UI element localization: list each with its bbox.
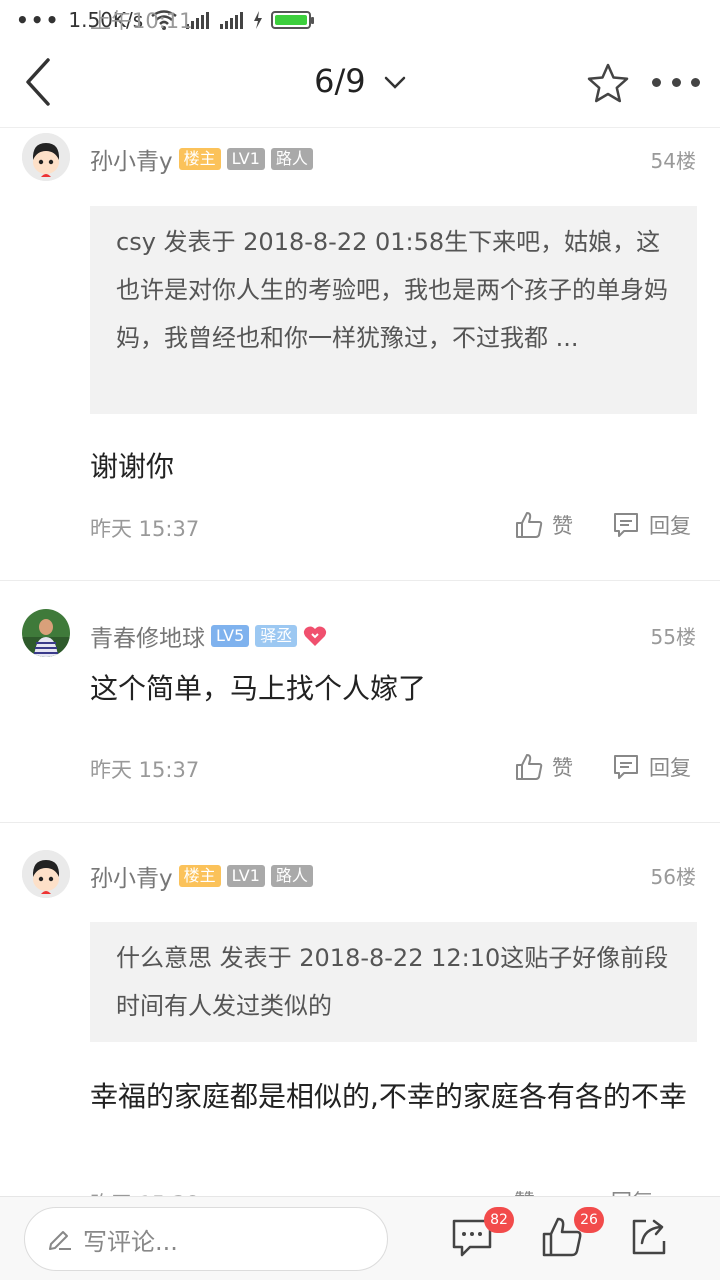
user-avatar-icon (22, 133, 70, 181)
reply-label: 回复 (649, 514, 691, 538)
reply-button[interactable]: 回复 (611, 752, 691, 782)
floor-number: 56楼 (650, 865, 696, 889)
comment-icon (614, 513, 638, 537)
floor-number: 55楼 (650, 625, 696, 649)
page-indicator-label: 6/9 (314, 62, 366, 100)
host-badge: 楼主 (178, 865, 221, 887)
user-info: 孙小青y 楼主 LV1 路人 (90, 859, 313, 893)
grade-badge: 路人 (270, 865, 313, 887)
divider (0, 580, 720, 581)
avatar[interactable] (22, 133, 70, 181)
thumbs-up-icon (516, 754, 543, 780)
heart-icon (304, 626, 327, 646)
divider (0, 822, 720, 823)
signal-icon (220, 12, 244, 29)
top-nav: 6/9 (0, 40, 720, 128)
username[interactable]: 孙小青y (90, 142, 173, 176)
reply-button[interactable]: 回复 (611, 510, 691, 540)
like-button[interactable]: 赞 (514, 752, 573, 782)
chevron-down-icon (384, 76, 406, 89)
post-content: 谢谢你 (90, 450, 175, 483)
grade-badge: 路人 (270, 148, 313, 170)
quoted-post[interactable]: csy 发表于 2018-8-22 01:58生下来吧，姑娘，这也许是对你人生的… (90, 206, 697, 414)
user-info: 青春修地球 LV5 驿丞 (90, 619, 327, 653)
post-time: 昨天 15:37 (90, 517, 200, 541)
post-content: 这个简单，马上找个人嫁了 (90, 672, 427, 705)
reply-label: 回复 (649, 756, 691, 780)
level-badge: LV1 (226, 865, 265, 887)
bottom-bar: 写评论... 82 26 (0, 1196, 720, 1280)
comments-button[interactable]: 82 (450, 1207, 514, 1259)
share-button[interactable] (628, 1215, 672, 1259)
grade-badge: 驿丞 (255, 625, 298, 647)
username[interactable]: 青春修地球 (90, 619, 205, 653)
comment-icon (614, 755, 638, 779)
battery-icon (271, 11, 315, 29)
comment-placeholder: 写评论... (83, 1227, 178, 1256)
avatar[interactable] (22, 609, 70, 657)
comment-count-badge: 82 (484, 1207, 514, 1233)
notification-dots-icon: ••• (16, 8, 61, 32)
more-options-button[interactable] (652, 70, 700, 94)
like-label: 赞 (552, 756, 573, 780)
user-avatar-icon (22, 609, 70, 657)
favorite-star-icon[interactable] (586, 62, 630, 106)
status-bar: 上午10:11 ••• 1.50K/s (0, 0, 720, 40)
comment-input[interactable]: 写评论... (24, 1207, 388, 1271)
floor-number: 54楼 (650, 149, 696, 173)
level-badge: LV5 (211, 625, 250, 647)
like-post-button[interactable]: 26 (540, 1207, 604, 1259)
host-badge: 楼主 (178, 148, 221, 170)
like-button[interactable]: 赞 (514, 510, 573, 540)
level-badge: LV1 (226, 148, 265, 170)
like-label: 赞 (552, 514, 573, 538)
share-icon (632, 1219, 666, 1255)
username[interactable]: 孙小青y (90, 859, 173, 893)
pencil-icon (49, 1231, 71, 1250)
user-avatar-icon (22, 850, 70, 898)
charging-icon (254, 11, 263, 29)
post-content: 幸福的家庭都是相似的,不幸的家庭各有各的不幸 (90, 1080, 687, 1113)
avatar[interactable] (22, 850, 70, 898)
like-count-badge: 26 (574, 1207, 604, 1233)
user-info: 孙小青y 楼主 LV1 路人 (90, 142, 313, 176)
thumbs-up-icon (516, 512, 543, 538)
status-time: 上午10:11 (90, 9, 193, 33)
quoted-post[interactable]: 什么意思 发表于 2018-8-22 12:10这贴子好像前段时间有人发过类似的 (90, 922, 697, 1042)
post-time: 昨天 15:37 (90, 758, 200, 782)
